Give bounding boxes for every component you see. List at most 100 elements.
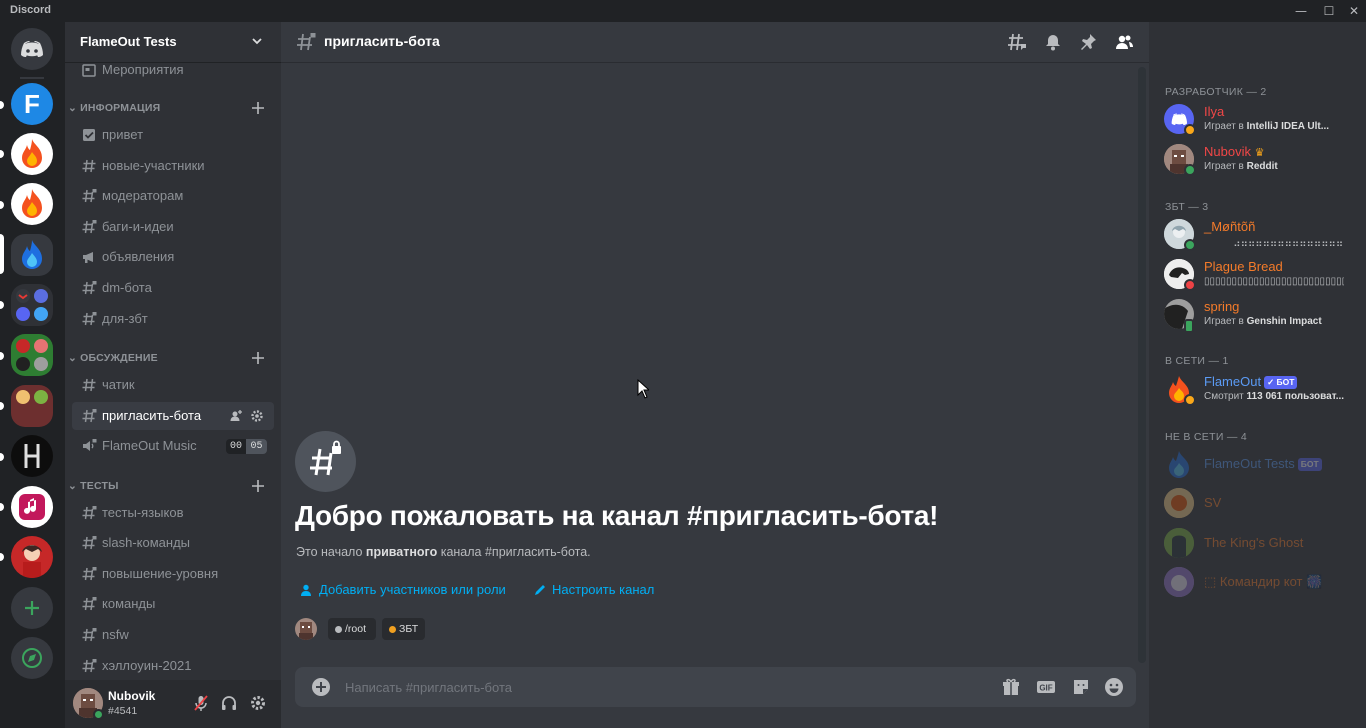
welcome-subtitle: Это начало приватного канала #пригласить…	[296, 545, 591, 559]
bell-icon[interactable]	[1043, 32, 1063, 52]
channel-obyavleniya[interactable]: объявления	[72, 243, 274, 271]
server-h-icon[interactable]	[11, 435, 53, 477]
server-blue-flame-icon[interactable]	[11, 234, 53, 276]
add-server-button[interactable]	[11, 587, 53, 629]
server-folder-1-icon[interactable]	[11, 284, 53, 326]
hash-icon	[82, 378, 96, 392]
channel-hellouin-2021[interactable]: хэллоуин-2021	[72, 652, 274, 680]
server-folder-3-icon[interactable]	[11, 385, 53, 427]
channel-komandy[interactable]: команды	[72, 590, 274, 618]
member-item[interactable]: FlameOut ✓ БОТ Смотрит 113 061 пользоват.…	[1163, 370, 1359, 408]
events-label: Мероприятия	[102, 62, 184, 77]
hash-lock-icon	[82, 409, 97, 423]
home-button[interactable]	[11, 28, 53, 70]
channel-label: привет	[102, 127, 144, 142]
megaphone-icon	[83, 252, 93, 263]
svg-text:GIF: GIF	[1039, 684, 1052, 693]
hash-lock-icon	[82, 312, 97, 326]
category-tests[interactable]: ⌄ ТЕСТЫ	[68, 480, 119, 492]
role-tag-zbt[interactable]: ЗБТ	[382, 618, 425, 640]
channel-bagi-i-idei[interactable]: баги-и-идеи	[72, 213, 274, 241]
status-mobile-indicator	[1184, 319, 1194, 333]
create-channel-plus-icon[interactable]	[251, 351, 265, 365]
member-activity: Играет в IntelliJ IDEA Ult...	[1204, 121, 1330, 132]
member-item[interactable]: SV	[1163, 484, 1359, 522]
channel-privet[interactable]: привет	[72, 121, 274, 149]
pin-icon[interactable]	[1078, 32, 1098, 52]
channel-title: пригласить-бота	[324, 33, 440, 49]
member-item[interactable]: FlameOut Tests БОТ	[1163, 445, 1359, 483]
server-music-icon[interactable]	[11, 486, 53, 528]
gif-icon[interactable]: GIF	[1036, 677, 1056, 697]
calendar-icon	[82, 64, 96, 77]
configure-channel-link[interactable]: Настроить канал	[533, 581, 663, 599]
server-flame-2-icon[interactable]	[11, 183, 53, 225]
avatar	[1164, 528, 1194, 558]
bot-badge: БОТ	[1297, 458, 1322, 471]
user-settings-gear-icon[interactable]	[249, 694, 267, 712]
member-item[interactable]: Nubovik ♛ Играет в Reddit	[1163, 140, 1359, 178]
explore-servers-button[interactable]	[11, 637, 53, 679]
channel-label: slash-команды	[102, 535, 191, 550]
create-channel-plus-icon[interactable]	[251, 101, 265, 115]
member-name: Ilya	[1204, 104, 1225, 119]
headphones-icon[interactable]	[220, 694, 238, 712]
channel-flameout-music[interactable]: FlameOut Music 00 05	[72, 432, 274, 460]
channel-nsfw[interactable]: nsfw	[72, 621, 274, 649]
member-activity: Играет в Genshin Impact	[1204, 316, 1322, 327]
server-flameout-f-icon[interactable]: F	[11, 83, 53, 125]
channel-label: nsfw	[102, 627, 129, 642]
role-tag-root[interactable]: /root	[328, 618, 376, 640]
avatar[interactable]	[295, 618, 317, 640]
channel-novye-uchastniki[interactable]: новые-участники	[72, 152, 274, 180]
message-input[interactable]	[345, 678, 945, 696]
create-channel-plus-icon[interactable]	[251, 479, 265, 493]
member-item[interactable]: spring Играет в Genshin Impact	[1163, 295, 1359, 333]
channel-testy-yazykov[interactable]: тесты-языков	[72, 499, 274, 527]
upload-plus-icon[interactable]	[311, 677, 331, 697]
close-button[interactable]: ✕	[1340, 2, 1366, 20]
member-item[interactable]: The King's Ghost	[1163, 524, 1359, 562]
add-member-icon	[301, 584, 311, 596]
category-label: ОБСУЖДЕНИЕ	[80, 352, 158, 364]
server-folder-2-icon[interactable]	[11, 334, 53, 376]
threads-icon[interactable]	[1007, 32, 1027, 52]
member-item[interactable]: Plague Bread ▯▯▯▯▯▯▯▯▯▯▯▯▯▯▯▯▯▯▯▯▯▯▯▯▯▯▯	[1163, 255, 1359, 293]
invite-member-icon[interactable]	[229, 409, 243, 423]
status-idle-indicator	[1184, 124, 1196, 136]
minimize-button[interactable]: —	[1287, 2, 1315, 20]
gear-icon[interactable]	[250, 409, 264, 423]
gift-icon[interactable]	[1001, 677, 1021, 697]
emoji-icon[interactable]	[1104, 677, 1124, 697]
channel-moderatoram[interactable]: модераторам	[72, 182, 274, 210]
channel-chatik[interactable]: чатик	[72, 371, 274, 399]
hash-lock-icon	[82, 220, 97, 234]
mic-muted-icon[interactable]	[192, 694, 210, 712]
channel-priglasit-bota[interactable]: пригласить-бота	[72, 402, 274, 430]
category-label: ИНФОРМАЦИЯ	[80, 102, 161, 114]
scrollbar[interactable]	[1138, 67, 1146, 663]
member-group-header: РАЗРАБОТЧИК — 2	[1165, 86, 1267, 98]
crown-icon: ♛	[1254, 147, 1265, 159]
channel-dm-bota[interactable]: dm-бота	[72, 274, 274, 302]
hash-lock-icon	[82, 506, 97, 520]
channel-dlya-zbt[interactable]: для-збт	[72, 305, 274, 333]
member-item[interactable]: Ilya Играет в IntelliJ IDEA Ult...	[1163, 100, 1359, 138]
verified-bot-badge: ✓ БОТ	[1264, 376, 1298, 389]
title-bar: Discord — ☐ ✕	[0, 0, 1366, 22]
sticker-icon[interactable]	[1071, 677, 1091, 697]
member-item[interactable]: _Møñtõñ ⠀⠀⠀⠀⣠⣤⣤⣤⣤⣤⣤⣤⣤⣤⣤⣤⣤⣤⣤⣤⣤⣤⣤⣤⣤⣤	[1163, 215, 1359, 253]
hash-lock-icon	[82, 281, 97, 295]
category-info[interactable]: ⌄ ИНФОРМАЦИЯ	[68, 102, 160, 114]
channel-slash-komandy[interactable]: slash-команды	[72, 529, 274, 557]
avatar	[1164, 449, 1194, 479]
events-item[interactable]: Мероприятия	[72, 56, 274, 84]
member-list-icon[interactable]	[1114, 32, 1134, 52]
server-anime-icon[interactable]	[11, 536, 53, 578]
member-item[interactable]: ⬚ Командир кот 🎆	[1163, 563, 1359, 601]
server-flame-icon[interactable]	[11, 133, 53, 175]
maximize-button[interactable]: ☐	[1315, 2, 1343, 20]
add-members-link[interactable]: Добавить участников или роли	[300, 581, 520, 599]
channel-povyshenie-urovnya[interactable]: повышение-уровня	[72, 560, 274, 588]
category-discussion[interactable]: ⌄ ОБСУЖДЕНИЕ	[68, 352, 158, 364]
